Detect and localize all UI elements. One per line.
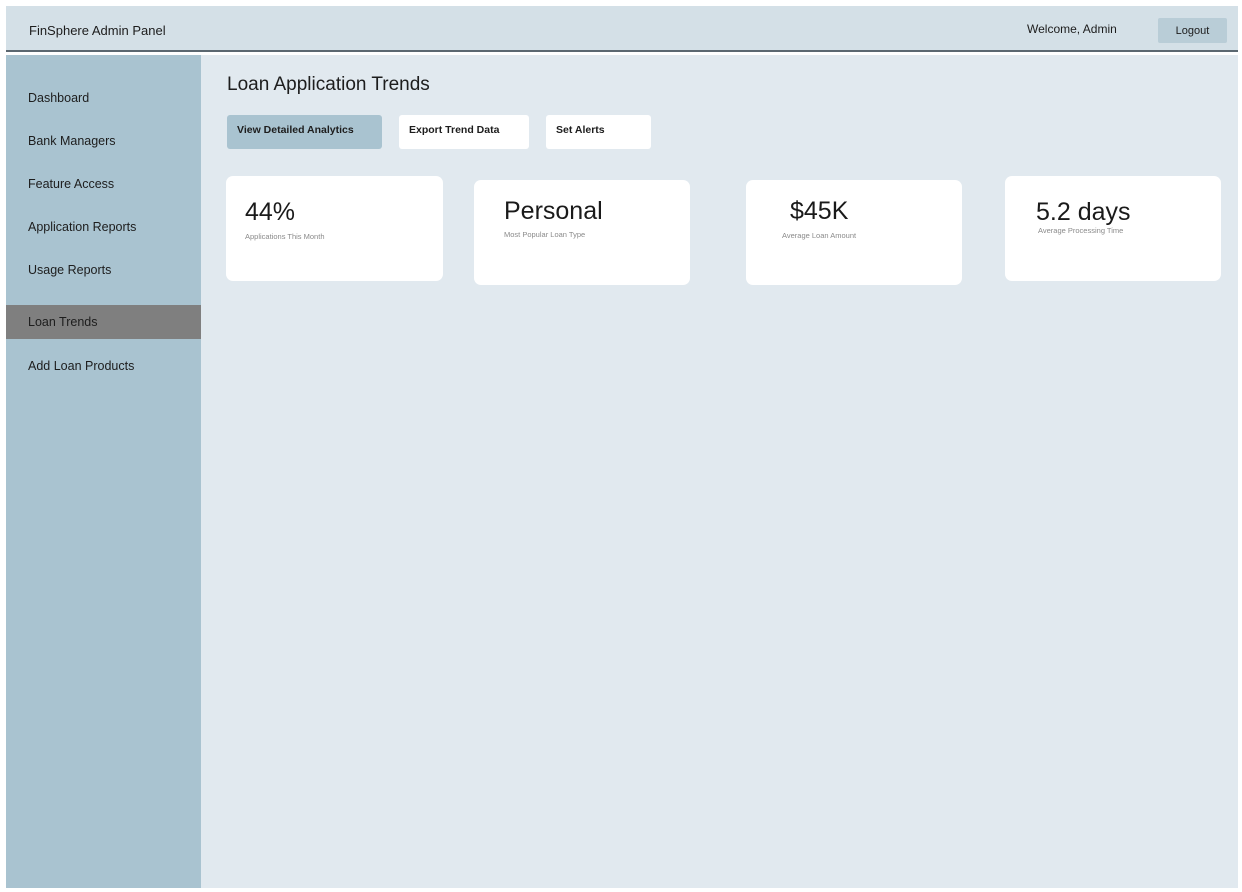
stat-label: Most Popular Loan Type xyxy=(504,230,586,239)
sidebar-item-application-reports[interactable]: Application Reports xyxy=(6,210,201,244)
button-label: Set Alerts xyxy=(556,124,605,136)
stat-label: Average Loan Amount xyxy=(782,231,857,240)
stat-label: Applications This Month xyxy=(245,232,325,241)
stat-label: Average Processing Time xyxy=(1038,226,1124,235)
stat-value: $45K xyxy=(790,197,849,225)
sidebar-item-usage-reports[interactable]: Usage Reports xyxy=(6,253,201,287)
button-label: View Detailed Analytics xyxy=(237,124,354,136)
app-title: FinSphere Admin Panel xyxy=(29,23,166,38)
top-bar: FinSphere Admin Panel Welcome, Admin Log… xyxy=(6,6,1238,52)
stat-card-applications: 44% Applications This Month xyxy=(226,176,443,281)
stat-value: 5.2 days xyxy=(1036,198,1131,226)
sidebar-item-add-loan-products[interactable]: Add Loan Products xyxy=(6,349,201,383)
export-trend-data-button[interactable]: Export Trend Data xyxy=(399,115,529,149)
stat-value: 44% xyxy=(245,198,296,226)
stat-card-loan-type: Personal Most Popular Loan Type xyxy=(474,180,690,285)
welcome-text: Welcome, Admin xyxy=(1027,22,1117,36)
logout-button[interactable]: Logout xyxy=(1158,18,1227,43)
stat-card-loan-amount: $45K Average Loan Amount xyxy=(746,180,962,285)
page-title: Loan Application Trends xyxy=(227,74,430,95)
stat-card-processing-time: 5.2 days Average Processing Time xyxy=(1005,176,1221,281)
main-content: Loan Application Trends View Detailed An… xyxy=(201,55,1238,888)
stat-value: Personal xyxy=(504,197,603,225)
view-detailed-analytics-button[interactable]: View Detailed Analytics xyxy=(227,115,382,149)
sidebar-item-bank-managers[interactable]: Bank Managers xyxy=(6,124,201,158)
sidebar-item-feature-access[interactable]: Feature Access xyxy=(6,167,201,201)
button-label: Export Trend Data xyxy=(409,124,500,136)
sidebar-item-dashboard[interactable]: Dashboard xyxy=(6,81,201,115)
sidebar: Dashboard Bank Managers Feature Access A… xyxy=(6,55,201,888)
set-alerts-button[interactable]: Set Alerts xyxy=(546,115,651,149)
sidebar-item-loan-trends[interactable]: Loan Trends xyxy=(6,305,201,339)
